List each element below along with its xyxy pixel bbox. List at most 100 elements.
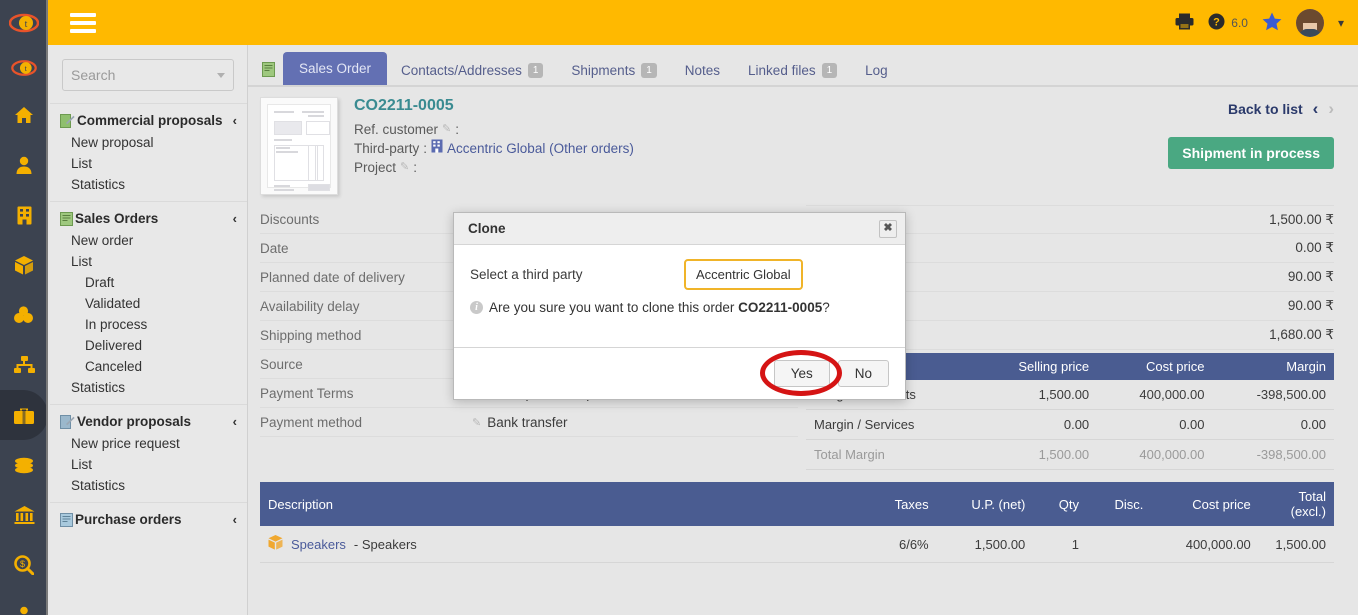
product-link[interactable]: Speakers: [291, 537, 346, 552]
products-icon[interactable]: [0, 290, 48, 340]
sidebar-item-validated[interactable]: Validated: [50, 293, 247, 314]
margin-row-margin: 0.00: [1212, 409, 1334, 440]
logo-icon[interactable]: t: [0, 0, 48, 45]
margin-row-selling: 0.00: [973, 409, 1098, 440]
margin-col-selling-price: Selling price: [973, 353, 1098, 380]
edit-pencil-icon[interactable]: ✎: [442, 120, 451, 139]
field-separator: :: [423, 141, 428, 156]
sidebar-item-list[interactable]: List: [50, 454, 247, 475]
tab-bar: Sales Order Contacts/Addresses 1 Shipmen…: [248, 45, 1358, 87]
sidebar-group-header[interactable]: Vendor proposals ‹: [50, 410, 247, 433]
document-icon: [258, 62, 283, 85]
margin-row-margin: -398,500.00: [1212, 439, 1334, 470]
detail-label: Payment Terms: [260, 385, 354, 401]
tab-shipments[interactable]: Shipments 1: [557, 56, 670, 85]
sidebar-item-statistics[interactable]: Statistics: [50, 475, 247, 496]
search-input[interactable]: Search: [62, 59, 234, 91]
tab-notes[interactable]: Notes: [671, 56, 734, 85]
edit-pencil-icon[interactable]: ✎: [472, 416, 481, 429]
sidebar-item-draft[interactable]: Draft: [50, 272, 247, 293]
svg-text:$: $: [20, 559, 25, 569]
sidebar-item-new-proposal[interactable]: New proposal: [50, 132, 247, 153]
sidebar-item-statistics[interactable]: Statistics: [50, 377, 247, 398]
briefcase-icon[interactable]: [0, 390, 48, 440]
col-qty: Qty: [1033, 482, 1087, 526]
margin-row-cost: 0.00: [1097, 409, 1213, 440]
sidebar-item-new-price-request[interactable]: New price request: [50, 433, 247, 454]
sidebar-item-delivered[interactable]: Delivered: [50, 335, 247, 356]
accounting-search-icon[interactable]: $: [0, 540, 48, 590]
product-description-cell: Speakers - Speakers: [260, 526, 862, 563]
detail-label: Availability delay: [260, 298, 360, 314]
chevron-left-icon[interactable]: ‹: [233, 414, 237, 429]
page-title: CO2211-0005: [354, 97, 454, 114]
chevron-left-icon[interactable]: ‹: [233, 113, 237, 128]
logo-icon-secondary[interactable]: t: [0, 45, 48, 90]
user-icon[interactable]: [0, 140, 48, 190]
no-button[interactable]: No: [837, 360, 889, 387]
sidebar-group-title: Purchase orders: [75, 512, 182, 527]
avatar[interactable]: [1295, 8, 1324, 37]
col-taxes: Taxes: [861, 482, 937, 526]
col-up-net: U.P. (net): [936, 482, 1034, 526]
field-separator: :: [413, 160, 418, 175]
document-preview-thumbnail[interactable]: [260, 97, 338, 195]
sidebar-item-statistics[interactable]: Statistics: [50, 174, 247, 195]
sidebar-item-new-order[interactable]: New order: [50, 230, 247, 251]
tab-label: Contacts/Addresses: [401, 63, 522, 78]
product-box-icon: [268, 535, 283, 553]
version-label: 6.0: [1231, 15, 1248, 30]
sidebar-group-header[interactable]: Sales Orders ‹: [50, 207, 247, 230]
prev-record-arrow[interactable]: ‹: [1313, 99, 1319, 119]
home-icon[interactable]: [0, 90, 48, 140]
tab-label: Sales Order: [299, 61, 372, 76]
sidebar-group-header[interactable]: Commercial proposals ‹: [50, 109, 247, 132]
svg-text:?: ?: [1213, 16, 1220, 28]
detail-label: Date: [260, 240, 289, 256]
back-to-list[interactable]: Back to list ‹ ›: [1228, 99, 1334, 119]
confirm-message: i Are you sure you want to clone this or…: [470, 300, 889, 315]
dialog-footer: Yes No: [454, 347, 905, 399]
sidebar-group-header[interactable]: Purchase orders ‹: [50, 508, 247, 531]
tab-label: Notes: [684, 63, 721, 78]
icon-rail: t t $: [0, 0, 48, 615]
sidebar-item-list[interactable]: List: [50, 153, 247, 174]
sidebar-item-list[interactable]: List: [50, 251, 247, 272]
bank-icon[interactable]: [0, 490, 48, 540]
sidebar-item-in-process[interactable]: In process: [50, 314, 247, 335]
yes-button[interactable]: Yes: [773, 360, 830, 387]
building-icon[interactable]: [0, 190, 48, 240]
menu-icon[interactable]: [70, 12, 96, 33]
tab-label: Shipments: [571, 63, 636, 78]
field-label: Ref. customer: [354, 122, 439, 137]
tab-sales-order[interactable]: Sales Order: [283, 52, 388, 85]
money-icon[interactable]: [0, 440, 48, 490]
proposal-icon: [60, 113, 75, 128]
edit-pencil-icon[interactable]: ✎: [400, 158, 409, 177]
info-icon: i: [470, 301, 483, 314]
sidebar-item-canceled[interactable]: Canceled: [50, 356, 247, 377]
hrm-user-icon[interactable]: [0, 590, 48, 615]
sidebar-group-title: Commercial proposals: [77, 113, 223, 128]
box-icon[interactable]: [0, 240, 48, 290]
chevron-left-icon[interactable]: ‹: [233, 512, 237, 527]
tab-label: Linked files: [748, 63, 816, 78]
chevron-down-icon[interactable]: ▾: [1338, 16, 1344, 30]
print-icon[interactable]: [1175, 13, 1194, 33]
help-icon[interactable]: ?: [1208, 13, 1225, 33]
tab-contacts-addresses[interactable]: Contacts/Addresses 1: [387, 56, 557, 85]
tab-linked-files[interactable]: Linked files 1: [734, 56, 851, 85]
third-party-link[interactable]: Accentric Global (Other orders): [447, 139, 634, 158]
back-to-list-label[interactable]: Back to list: [1228, 101, 1303, 117]
star-icon[interactable]: [1262, 12, 1282, 34]
chevron-left-icon[interactable]: ‹: [233, 211, 237, 226]
sidebar-group-title: Sales Orders: [75, 211, 159, 226]
detail-label: Discounts: [260, 211, 320, 227]
third-party-select[interactable]: Accentric Global: [684, 259, 803, 290]
detail-value: Bank transfer: [487, 414, 568, 430]
order-icon: [60, 211, 73, 226]
close-icon[interactable]: ✖: [879, 219, 897, 238]
project-icon[interactable]: [0, 340, 48, 390]
tab-log[interactable]: Log: [851, 56, 902, 85]
chevron-down-icon[interactable]: [217, 72, 225, 78]
